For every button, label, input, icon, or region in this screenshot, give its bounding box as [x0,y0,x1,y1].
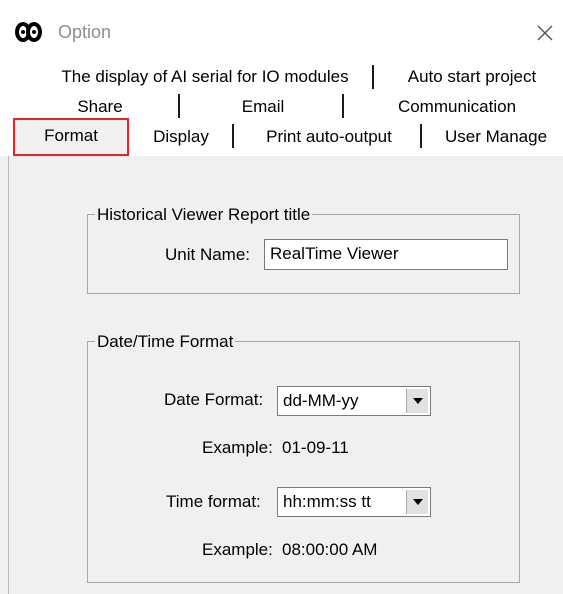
date-format-value: dd-MM-yy [283,391,359,410]
time-format-label: Time format: [166,492,261,511]
unit-name-input[interactable]: RealTime Viewer [264,239,508,270]
report-title-group-legend: Historical Viewer Report title [95,205,313,225]
tab-display[interactable]: Display [134,124,228,150]
date-example-value: 01-09-11 [282,438,349,457]
tab-separator [420,124,422,148]
tab-email[interactable]: Email [188,94,338,120]
tab-separator [232,124,234,148]
tab-separator [178,94,180,118]
close-icon [537,25,553,41]
tab-print-auto-output[interactable]: Print auto-output [242,124,416,150]
tab-separator [372,65,374,89]
tab-strip: The display of AI serial for IO modules … [0,58,563,156]
date-format-dropdown-button[interactable] [406,389,428,413]
date-format-label: Date Format: [164,390,264,409]
tab-user-manage[interactable]: User Manage [430,124,562,150]
title-bar: Option [0,0,563,58]
time-example-value: 08:00:00 AM [282,540,378,559]
tab-ai-serial-display[interactable]: The display of AI serial for IO modules [40,64,370,90]
chevron-down-icon [412,499,423,505]
time-format-dropdown[interactable]: hh:mm:ss tt [277,487,431,517]
time-format-value: hh:mm:ss tt [283,492,371,511]
chevron-down-icon [412,398,423,404]
time-example-label: Example: [202,540,273,559]
tab-share[interactable]: Share [40,94,160,120]
options-dialog: Option The display of AI serial for IO m… [0,0,563,594]
tab-separator [342,94,344,118]
close-button[interactable] [530,18,560,48]
datetime-format-group-legend: Date/Time Format [95,332,236,352]
tab-auto-start-project[interactable]: Auto start project [382,64,562,90]
tab-format[interactable]: Format [13,118,129,156]
window-title: Option [58,22,112,42]
date-example-label: Example: [202,438,273,457]
time-format-dropdown-button[interactable] [406,490,428,514]
unit-name-label: Unit Name: [165,245,251,264]
tab-communication[interactable]: Communication [352,94,562,120]
app-icon [14,20,50,44]
date-format-dropdown[interactable]: dd-MM-yy [277,386,431,416]
